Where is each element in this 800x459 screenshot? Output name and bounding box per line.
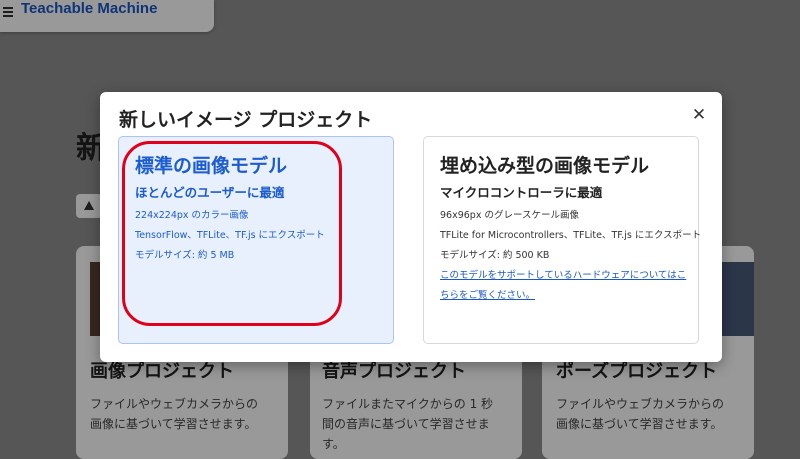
- option-subtitle: ほとんどのユーザーに最適: [135, 185, 285, 200]
- option-title: 標準の画像モデル: [135, 155, 288, 177]
- option-detail: 96x96px のグレースケール画像: [440, 210, 579, 221]
- option-title: 埋め込み型の画像モデル: [440, 155, 650, 177]
- hardware-support-link[interactable]: このモデルをサポートしているハードウェアについてはこちらをご覧ください。: [440, 266, 690, 306]
- embedded-image-model-option[interactable]: 埋め込み型の画像モデル マイクロコントローラに最適 96x96px のグレースケ…: [423, 136, 702, 344]
- option-detail: TFLite for Microcontrollers、TFLite、TF.js…: [440, 230, 702, 241]
- standard-image-model-option[interactable]: 標準の画像モデル ほとんどのユーザーに最適 224x224px のカラー画像 T…: [118, 136, 394, 344]
- dialog-title: 新しいイメージ プロジェクト: [119, 109, 373, 131]
- close-icon[interactable]: ✕: [690, 106, 708, 124]
- option-subtitle: マイクロコントローラに最適: [440, 185, 603, 200]
- option-detail: TensorFlow、TFLite、TF.js にエクスポート: [135, 230, 325, 241]
- option-detail: 224x224px のカラー画像: [135, 210, 249, 221]
- new-image-project-dialog: 新しいイメージ プロジェクト ✕ 標準の画像モデル ほとんどのユーザーに最適 2…: [100, 92, 722, 362]
- option-detail: モデルサイズ: 約 500 KB: [440, 250, 550, 261]
- option-detail: モデルサイズ: 約 5 MB: [135, 250, 235, 261]
